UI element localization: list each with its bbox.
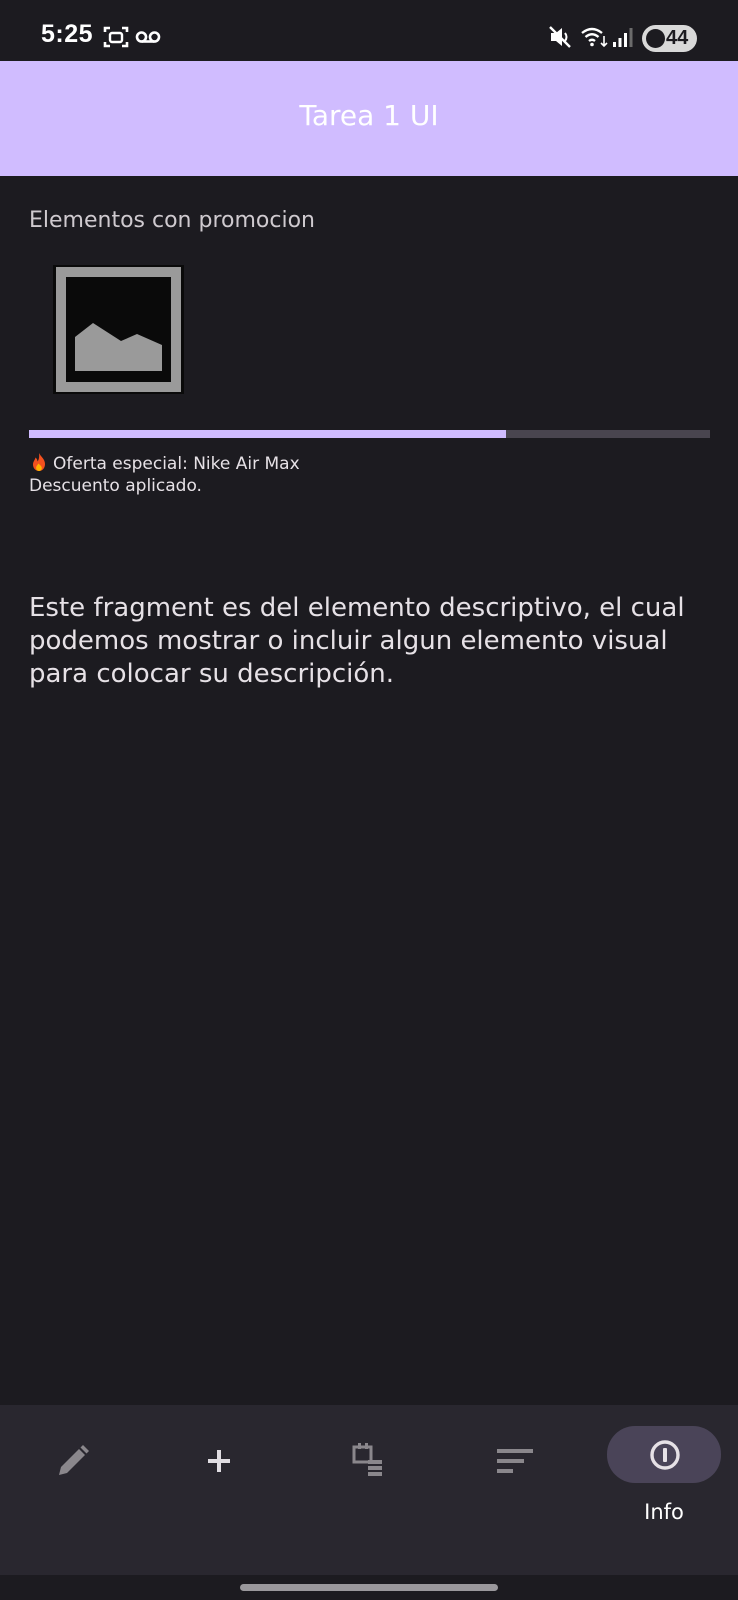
info-icon	[650, 1440, 680, 1470]
app-screen: 5:25 44 Tarea 1 UI Elementos con promoci…	[0, 0, 738, 1600]
nav-item-list[interactable]	[444, 1405, 592, 1575]
nav-item-schedule[interactable]	[296, 1405, 444, 1575]
pencil-icon	[59, 1445, 89, 1475]
nav-item-add[interactable]	[148, 1405, 296, 1575]
home-indicator[interactable]	[240, 1584, 498, 1591]
voicemail-icon	[135, 31, 161, 43]
bottom-navigation: Info	[0, 1405, 738, 1575]
sort-icon	[497, 1449, 533, 1473]
mute-icon	[549, 26, 571, 48]
battery-icon: 44	[642, 25, 697, 52]
promo-progress-bar	[29, 430, 710, 438]
calendar-list-icon	[352, 1443, 382, 1476]
nav-item-edit[interactable]	[0, 1405, 148, 1575]
promo-progress-fill	[29, 430, 506, 438]
signal-icon	[613, 28, 633, 47]
promo-subtitle: Descuento aplicado.	[29, 476, 202, 496]
image-placeholder-icon	[56, 267, 181, 392]
screenshot-icon	[103, 26, 129, 48]
section-title: Elementos con promocion	[29, 208, 315, 233]
status-bar: 5:25 44	[0, 0, 738, 61]
wifi-icon	[581, 27, 608, 48]
fire-icon	[33, 453, 45, 471]
promo-title: Oferta especial: Nike Air Max	[53, 454, 300, 474]
promo-image	[53, 265, 184, 394]
description-text: Este fragment es del elemento descriptiv…	[29, 593, 685, 689]
status-time: 5:25	[41, 20, 94, 48]
app-title: Tarea 1 UI	[299, 99, 439, 132]
nav-label-info: Info	[644, 1500, 684, 1524]
promo-title-row: Oferta especial: Nike Air Max	[29, 452, 300, 474]
battery-level: 44	[666, 27, 689, 49]
app-bar: Tarea 1 UI	[0, 61, 738, 176]
battery-saver-icon	[646, 29, 665, 48]
plus-icon	[208, 1450, 230, 1472]
